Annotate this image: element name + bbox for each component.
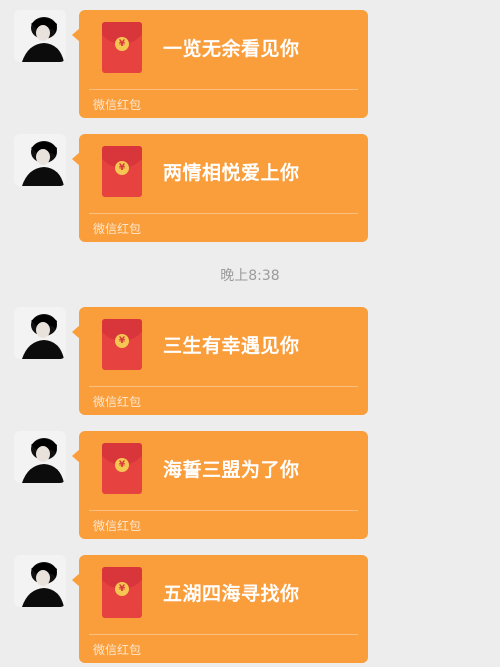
avatar[interactable] xyxy=(14,10,66,62)
red-packet-icon: ¥ xyxy=(102,22,142,73)
timestamp: 晚上8:38 xyxy=(220,268,280,284)
coin-icon: ¥ xyxy=(115,37,129,51)
avatar[interactable] xyxy=(14,307,66,359)
red-packet-footer: 微信红包 xyxy=(93,395,142,409)
chat-message: ¥ 三生有幸遇见你 微信红包 xyxy=(0,307,500,427)
red-packet-footer: 微信红包 xyxy=(93,643,142,657)
red-packet-bubble[interactable]: ¥ 两情相悦爱上你 微信红包 xyxy=(72,134,368,242)
avatar[interactable] xyxy=(14,555,66,607)
avatar-icon xyxy=(14,134,66,186)
avatar-icon xyxy=(14,307,66,359)
red-packet-title: 三生有幸遇见你 xyxy=(163,335,300,357)
chat-message: ¥ 一览无余看见你 微信红包 xyxy=(0,10,500,130)
divider xyxy=(89,89,358,90)
red-packet-icon: ¥ xyxy=(102,443,142,494)
coin-icon: ¥ xyxy=(115,334,129,348)
avatar-icon xyxy=(14,555,66,607)
divider xyxy=(89,634,358,635)
divider xyxy=(89,213,358,214)
red-packet-title: 一览无余看见你 xyxy=(163,38,300,60)
red-packet-title: 两情相悦爱上你 xyxy=(163,162,300,184)
red-packet-title: 五湖四海寻找你 xyxy=(163,583,300,605)
coin-icon: ¥ xyxy=(115,458,129,472)
red-packet-footer: 微信红包 xyxy=(93,519,142,533)
divider xyxy=(89,510,358,511)
avatar-icon xyxy=(14,10,66,62)
red-packet-bubble[interactable]: ¥ 海誓三盟为了你 微信红包 xyxy=(72,431,368,539)
red-packet-footer: 微信红包 xyxy=(93,222,142,236)
avatar[interactable] xyxy=(14,134,66,186)
red-packet-title: 海誓三盟为了你 xyxy=(163,459,300,481)
chat-window: ¥ 一览无余看见你 微信红包 ¥ 两情相悦爱上你 微信红包 晚上8:38 ¥ 三… xyxy=(0,0,500,667)
chat-message: ¥ 五湖四海寻找你 微信红包 xyxy=(0,555,500,667)
red-packet-icon: ¥ xyxy=(102,146,142,197)
chat-message: ¥ 海誓三盟为了你 微信红包 xyxy=(0,431,500,551)
avatar-icon xyxy=(14,431,66,483)
divider xyxy=(89,386,358,387)
red-packet-bubble[interactable]: ¥ 五湖四海寻找你 微信红包 xyxy=(72,555,368,663)
red-packet-bubble[interactable]: ¥ 一览无余看见你 微信红包 xyxy=(72,10,368,118)
red-packet-icon: ¥ xyxy=(102,319,142,370)
red-packet-footer: 微信红包 xyxy=(93,98,142,112)
avatar[interactable] xyxy=(14,431,66,483)
red-packet-icon: ¥ xyxy=(102,567,142,618)
coin-icon: ¥ xyxy=(115,582,129,596)
coin-icon: ¥ xyxy=(115,161,129,175)
chat-message: ¥ 两情相悦爱上你 微信红包 xyxy=(0,134,500,254)
red-packet-bubble[interactable]: ¥ 三生有幸遇见你 微信红包 xyxy=(72,307,368,415)
